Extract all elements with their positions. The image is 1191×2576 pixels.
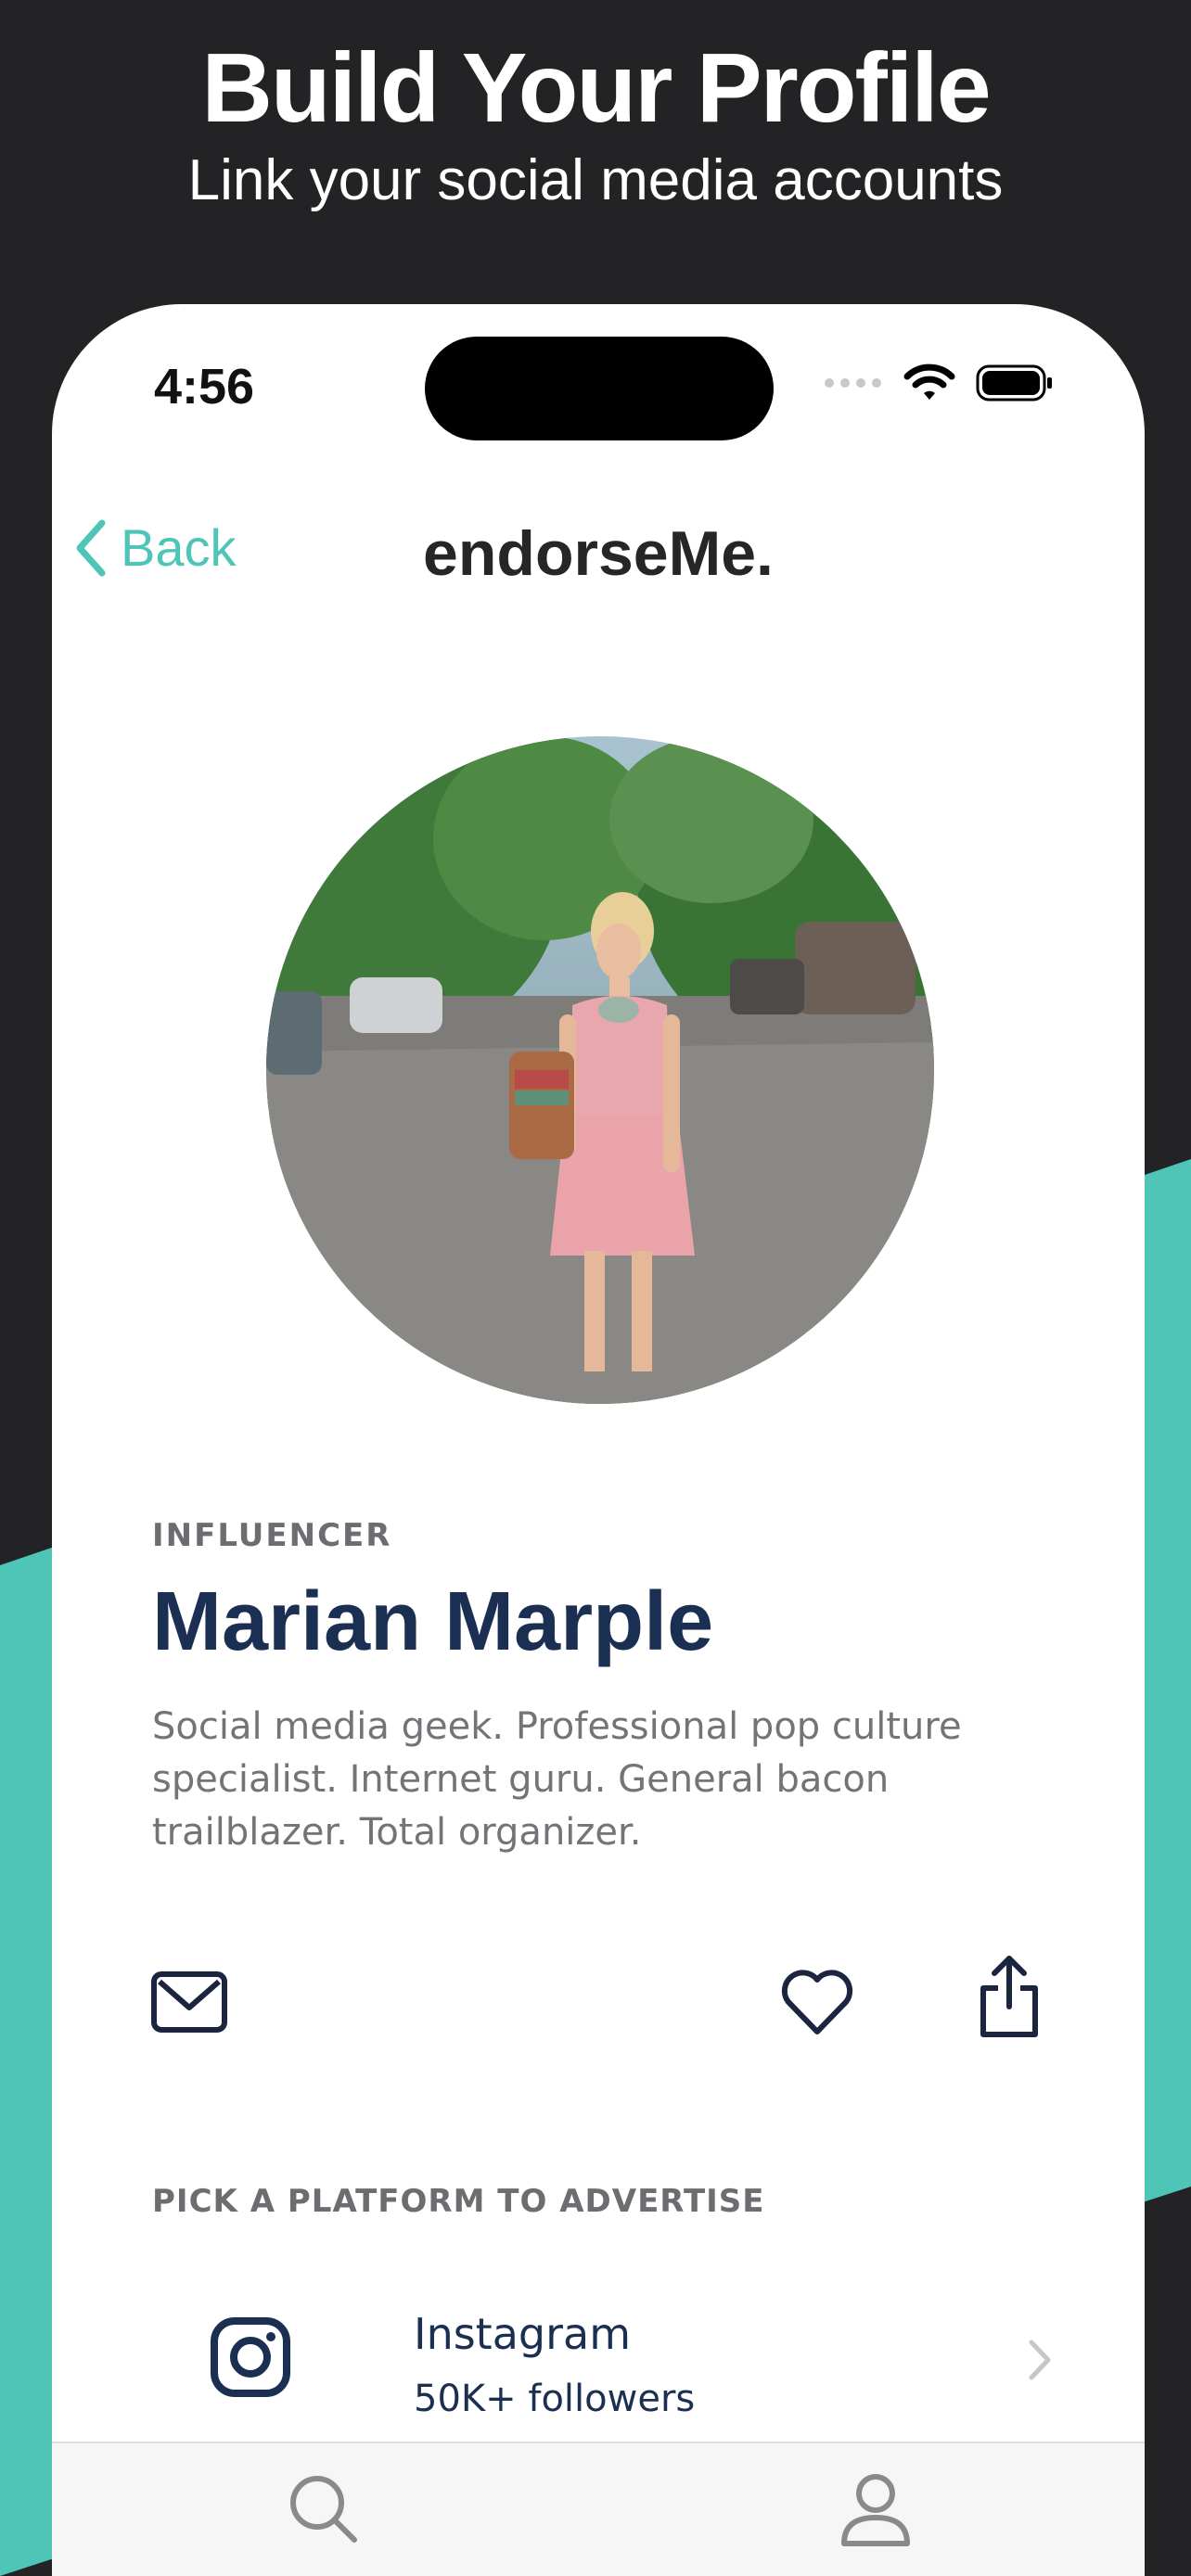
navigation-bar: Back endorseMe. [52,480,1145,629]
profile-name: Marian Marple [152,1575,714,1668]
chevron-right-icon [1029,2340,1051,2380]
profile-photo [266,736,934,1404]
search-icon [290,2476,357,2543]
share-icon [980,1956,1038,2037]
platform-followers: 50K+ followers [414,2378,696,2420]
share-button[interactable] [976,1953,1043,2045]
app-store-screenshot: Build Your Profile Link your social medi… [0,0,1191,2576]
wifi-icon [903,363,955,400]
profile-role: INFLUENCER [152,1517,392,1554]
dynamic-island [425,337,774,440]
platform-section-label: PICK A PLATFORM TO ADVERTISE [152,2183,765,2220]
hero-title: Build Your Profile [201,33,991,143]
profile-bio: Social media geek. Professional pop cult… [152,1705,962,1854]
battery-icon [976,364,1052,402]
heart-icon [781,1970,853,2034]
status-time: 4:56 [154,359,255,414]
platform-name: Instagram [414,2309,632,2359]
favorite-button[interactable] [779,1967,855,2042]
tab-bar [52,2442,1145,2576]
message-button[interactable] [150,1970,228,2040]
instagram-icon [211,2317,290,2397]
profile-icon [841,2474,910,2546]
tab-search[interactable] [286,2471,360,2550]
status-icons [824,363,1054,402]
hero-subtitle: Link your social media accounts [187,148,1004,212]
platform-row-instagram[interactable]: Instagram 50K+ followers [145,2298,1082,2446]
phone-screen: 4:56 Back endorseMe. INFLUENCER Marian M… [52,304,1145,2576]
signal-icon [825,378,881,388]
hero-header: Build Your Profile Link your social medi… [0,37,1191,213]
mail-icon [151,1971,227,2033]
tab-profile[interactable] [839,2471,913,2552]
app-brand-title: endorseMe. [423,518,774,589]
